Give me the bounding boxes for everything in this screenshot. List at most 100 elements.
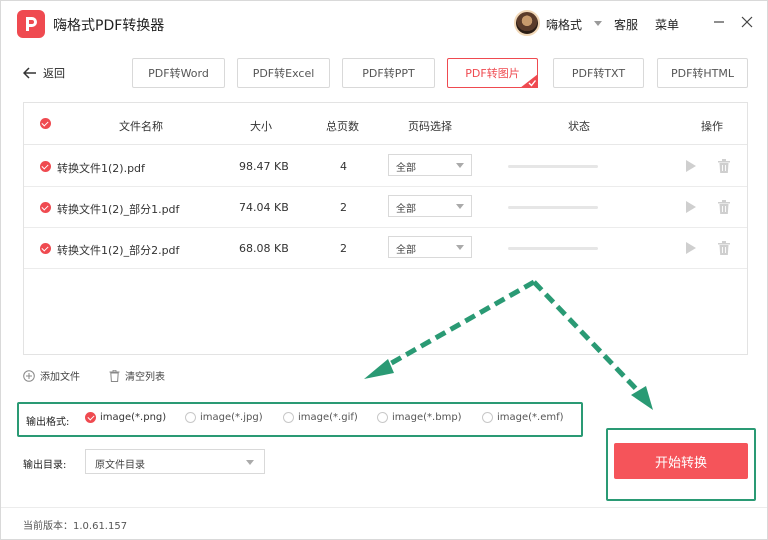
row-checkbox[interactable] (40, 161, 51, 172)
tab-pdf-to-txt[interactable]: PDF转TXT (553, 58, 644, 88)
status-progress-bar (508, 206, 598, 209)
table-row: 转换文件1(2).pdf 98.47 KB 4 全部 (24, 146, 747, 187)
trash-outline-icon (109, 369, 120, 382)
output-dir-label: 输出目录: (23, 460, 67, 471)
output-dir-select[interactable]: 原文件目录 (85, 449, 265, 474)
back-label: 返回 (43, 67, 65, 80)
arrowhead-icon (631, 386, 653, 410)
header-pages: 总页数 (326, 120, 359, 133)
play-icon[interactable] (686, 201, 696, 213)
format-option-gif[interactable]: image(*.gif) (283, 412, 358, 423)
page-count: 4 (340, 160, 347, 173)
tab-pdf-to-ppt[interactable]: PDF转PPT (342, 58, 435, 88)
selected-check-icon (520, 74, 538, 88)
chevron-down-icon (456, 204, 464, 209)
tab-label: PDF转Word (148, 67, 209, 80)
status-progress-bar (508, 247, 598, 250)
add-file-button[interactable]: 添加文件 (23, 368, 80, 383)
file-size: 98.47 KB (239, 160, 289, 173)
header-size: 大小 (250, 120, 272, 133)
format-option-bmp[interactable]: image(*.bmp) (377, 412, 462, 423)
page-count: 2 (340, 201, 347, 214)
output-dir-value: 原文件目录 (95, 460, 145, 471)
trash-icon[interactable] (718, 200, 730, 214)
user-avatar[interactable] (514, 10, 540, 36)
file-name: 转换文件1(2).pdf (57, 162, 145, 175)
play-icon[interactable] (686, 242, 696, 254)
app-logo-icon (17, 10, 45, 38)
tab-pdf-to-image[interactable]: PDF转图片 (447, 58, 538, 88)
table-header: 文件名称 大小 总页数 页码选择 状态 操作 (24, 103, 747, 145)
output-format-group: 输出格式: image(*.png) image(*.jpg) image(*.… (17, 402, 583, 437)
title-bar: 嗨格式PDF转换器 嗨格式 客服 菜单 (1, 1, 767, 47)
page-count: 2 (340, 242, 347, 255)
tab-label: PDF转HTML (670, 67, 735, 80)
trash-icon[interactable] (718, 159, 730, 173)
app-window: 嗨格式PDF转换器 嗨格式 客服 菜单 返回 PDF转Word PDF转Exce… (0, 0, 768, 540)
row-checkbox[interactable] (40, 243, 51, 254)
tab-pdf-to-word[interactable]: PDF转Word (132, 58, 225, 88)
page-range-select[interactable]: 全部 (388, 154, 472, 176)
play-icon[interactable] (686, 160, 696, 172)
menu-link[interactable]: 菜单 (655, 16, 679, 33)
radio-empty-icon (482, 412, 493, 423)
format-option-label: image(*.emf) (497, 412, 564, 423)
radio-empty-icon (283, 412, 294, 423)
page-range-value: 全部 (396, 245, 416, 256)
status-progress-bar (508, 165, 598, 168)
arrow-left-icon (23, 67, 36, 79)
page-range-select[interactable]: 全部 (388, 195, 472, 217)
output-format-label: 输出格式: (26, 417, 70, 428)
app-title: 嗨格式PDF转换器 (53, 18, 165, 34)
customer-service-link[interactable]: 客服 (614, 16, 638, 33)
file-name: 转换文件1(2)_部分2.pdf (57, 244, 180, 257)
radio-empty-icon (377, 412, 388, 423)
plus-circle-icon (23, 369, 35, 382)
format-option-jpg[interactable]: image(*.jpg) (185, 412, 263, 423)
tab-label: PDF转TXT (571, 67, 626, 80)
chevron-down-icon[interactable] (594, 21, 602, 26)
radio-checked-icon (85, 412, 96, 423)
file-name: 转换文件1(2)_部分1.pdf (57, 203, 180, 216)
add-file-label: 添加文件 (40, 372, 80, 383)
tab-label: PDF转Excel (252, 67, 315, 80)
format-option-label: image(*.jpg) (200, 412, 263, 423)
header-page-range: 页码选择 (408, 120, 452, 133)
file-size: 74.04 KB (239, 201, 289, 214)
clear-list-label: 清空列表 (125, 372, 165, 383)
header-actions: 操作 (701, 120, 723, 133)
chevron-down-icon (456, 163, 464, 168)
version-text: 当前版本：1.0.61.157 (23, 521, 128, 532)
tab-pdf-to-html[interactable]: PDF转HTML (657, 58, 748, 88)
clear-list-button[interactable]: 清空列表 (109, 368, 165, 383)
format-option-emf[interactable]: image(*.emf) (482, 412, 564, 423)
chevron-down-icon (246, 460, 254, 465)
format-option-label: image(*.bmp) (392, 412, 462, 423)
back-button[interactable]: 返回 (23, 65, 65, 81)
table-row: 转换文件1(2)_部分1.pdf 74.04 KB 2 全部 (24, 187, 747, 228)
tab-pdf-to-excel[interactable]: PDF转Excel (237, 58, 330, 88)
format-option-label: image(*.png) (100, 412, 167, 423)
header-file-name: 文件名称 (119, 120, 163, 133)
row-checkbox[interactable] (40, 202, 51, 213)
select-all-checkbox[interactable] (40, 118, 51, 129)
tab-label: PDF转图片 (465, 67, 520, 80)
chevron-down-icon (456, 245, 464, 250)
tab-label: PDF转PPT (362, 67, 415, 80)
file-size: 68.08 KB (239, 242, 289, 255)
format-option-label: image(*.gif) (298, 412, 358, 423)
footer-divider (1, 507, 767, 508)
close-icon[interactable] (738, 13, 756, 31)
page-range-select[interactable]: 全部 (388, 236, 472, 258)
arrowhead-icon (364, 359, 394, 379)
trash-icon[interactable] (718, 241, 730, 255)
format-option-png[interactable]: image(*.png) (85, 412, 166, 423)
start-convert-button[interactable]: 开始转换 (614, 443, 748, 479)
minimize-icon[interactable] (710, 13, 728, 31)
header-status: 状态 (568, 120, 590, 133)
page-range-value: 全部 (396, 204, 416, 215)
radio-empty-icon (185, 412, 196, 423)
file-table: 文件名称 大小 总页数 页码选择 状态 操作 转换文件1(2).pdf 98.4… (23, 102, 748, 355)
username[interactable]: 嗨格式 (546, 16, 582, 33)
page-range-value: 全部 (396, 163, 416, 174)
